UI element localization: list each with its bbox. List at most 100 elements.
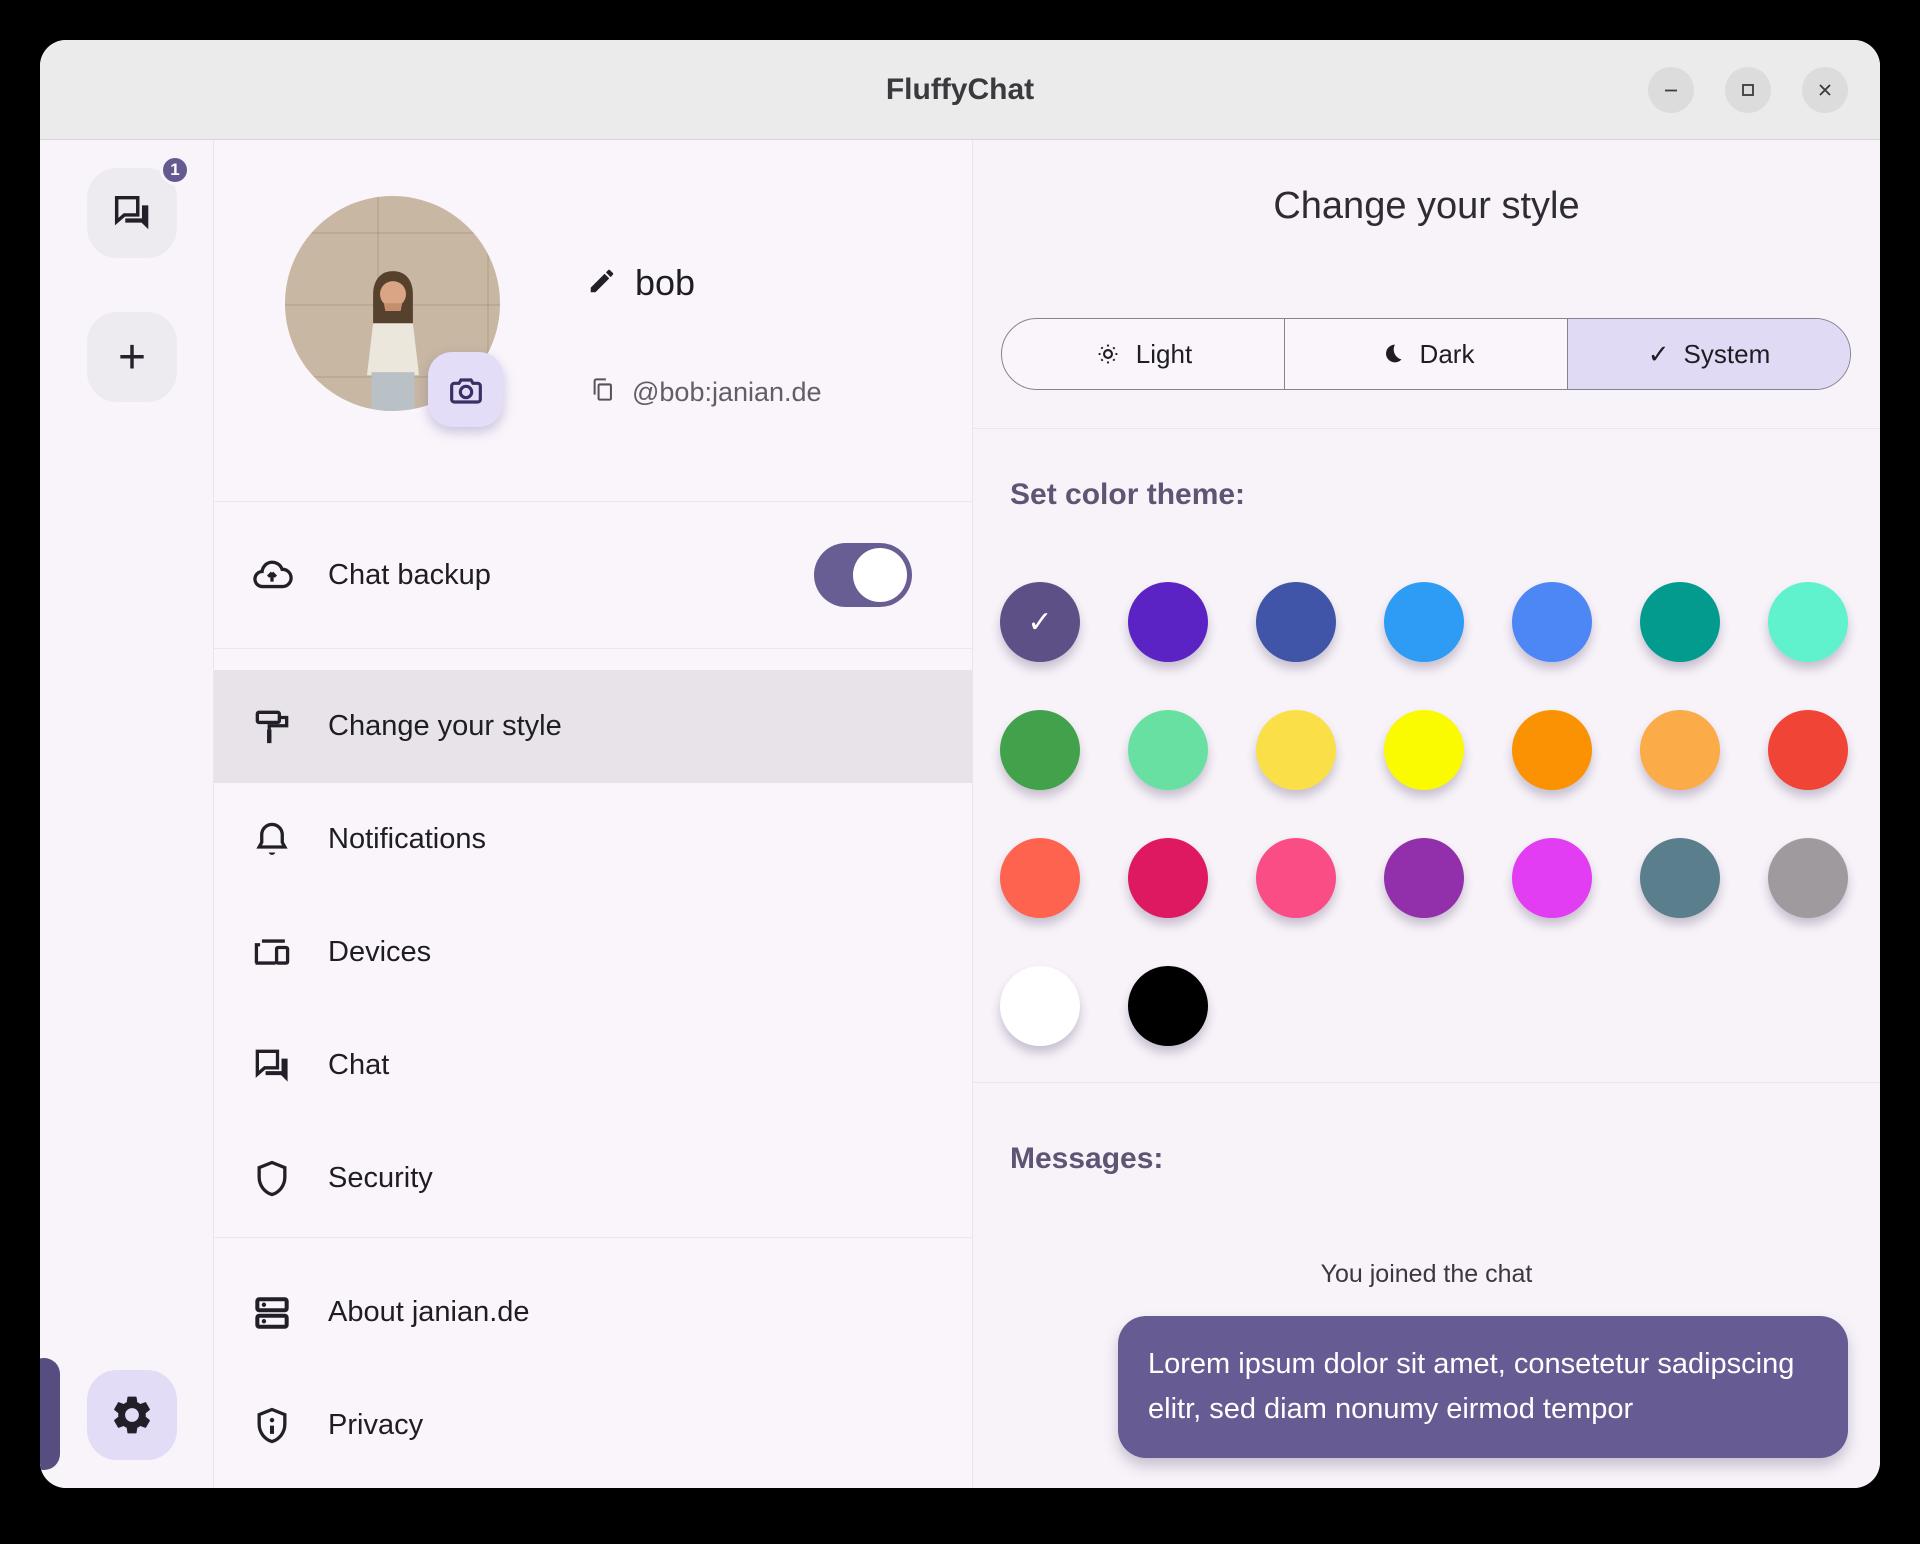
- matrix-id: @bob:janian.de: [632, 377, 822, 408]
- maximize-icon: [1736, 78, 1760, 102]
- theme-light-segment[interactable]: Light: [1002, 319, 1284, 389]
- settings-item-privacy[interactable]: Privacy: [214, 1369, 972, 1482]
- chat-bubbles-icon: [250, 1044, 294, 1088]
- fluffychat-window: FluffyChat 1 +: [40, 40, 1880, 1488]
- color-swatch[interactable]: [1640, 838, 1720, 918]
- color-theme-heading: Set color theme:: [1010, 478, 1245, 512]
- display-name: bob: [635, 262, 695, 304]
- moon-icon: [1378, 340, 1406, 368]
- color-swatch[interactable]: [1512, 710, 1592, 790]
- copy-icon: [589, 376, 616, 408]
- settings-sidebar: bob @bob:janian.de Chat backup: [214, 140, 973, 1488]
- color-swatch[interactable]: [1256, 838, 1336, 918]
- color-swatch[interactable]: [1768, 838, 1848, 918]
- color-swatch[interactable]: [1640, 582, 1720, 662]
- color-swatch[interactable]: [1128, 710, 1208, 790]
- color-swatch[interactable]: [1384, 710, 1464, 790]
- settings-item-notifications[interactable]: Notifications: [214, 783, 972, 896]
- divider: [973, 1082, 1880, 1083]
- settings-item-change-style[interactable]: Change your style: [214, 670, 972, 783]
- toggle-knob: [853, 548, 907, 602]
- chat-bubbles-icon: [109, 190, 155, 236]
- theme-segmented-control: Light Dark ✓ System: [1001, 318, 1851, 390]
- color-swatch[interactable]: [1512, 838, 1592, 918]
- server-icon: [250, 1291, 294, 1335]
- color-swatch[interactable]: [1128, 838, 1208, 918]
- minimize-icon: [1659, 78, 1683, 102]
- check-icon: ✓: [1648, 339, 1670, 370]
- close-button[interactable]: [1802, 67, 1848, 113]
- settings-item-devices[interactable]: Devices: [214, 896, 972, 1009]
- settings-item-label: Notifications: [328, 823, 486, 856]
- divider: [973, 428, 1880, 429]
- messages-heading: Messages:: [1010, 1142, 1163, 1176]
- theme-system-segment[interactable]: ✓ System: [1567, 319, 1850, 389]
- shield-info-icon: [250, 1404, 294, 1448]
- color-swatch[interactable]: [1256, 582, 1336, 662]
- new-chat-button[interactable]: +: [87, 312, 177, 402]
- color-swatch[interactable]: [1384, 838, 1464, 918]
- chat-backup-label: Chat backup: [328, 559, 491, 592]
- change-avatar-button[interactable]: [428, 352, 503, 427]
- color-swatch[interactable]: ✓: [1000, 582, 1080, 662]
- active-nav-indicator: [40, 1358, 60, 1470]
- window-title: FluffyChat: [886, 73, 1034, 107]
- settings-item-label: About janian.de: [328, 1296, 530, 1329]
- color-grid: ✓: [976, 558, 1876, 1070]
- close-icon: [1813, 78, 1837, 102]
- nav-rail: 1 +: [40, 140, 214, 1488]
- segment-label: Light: [1136, 339, 1192, 370]
- gear-icon: [109, 1392, 155, 1438]
- segment-label: Dark: [1420, 339, 1475, 370]
- color-swatch[interactable]: [1384, 582, 1464, 662]
- settings-item-label: Chat: [328, 1049, 389, 1082]
- message-bubble: Lorem ipsum dolor sit amet, consetetur s…: [1118, 1316, 1848, 1458]
- chat-backup-row[interactable]: Chat backup: [214, 502, 972, 648]
- selected-check-icon: ✓: [1000, 582, 1080, 662]
- segment-label: System: [1684, 339, 1771, 370]
- shield-icon: [250, 1157, 294, 1201]
- divider: [214, 648, 972, 649]
- camera-icon: [446, 370, 486, 410]
- maximize-button[interactable]: [1725, 67, 1771, 113]
- color-swatch[interactable]: [1640, 710, 1720, 790]
- chat-backup-toggle[interactable]: [814, 543, 912, 607]
- paint-roller-icon: [250, 705, 294, 749]
- window-controls: [1648, 40, 1848, 139]
- settings-item-label: Privacy: [328, 1409, 423, 1442]
- devices-icon: [250, 931, 294, 975]
- color-swatch[interactable]: [1000, 710, 1080, 790]
- settings-item-security[interactable]: Security: [214, 1122, 972, 1235]
- color-swatch[interactable]: [1000, 838, 1080, 918]
- matrix-id-row[interactable]: @bob:janian.de: [589, 376, 822, 408]
- color-swatch[interactable]: [1128, 582, 1208, 662]
- chats-button[interactable]: 1: [87, 168, 177, 258]
- color-swatch[interactable]: [1768, 582, 1848, 662]
- minimize-button[interactable]: [1648, 67, 1694, 113]
- titlebar: FluffyChat: [40, 40, 1880, 140]
- sun-icon: [1094, 340, 1122, 368]
- color-swatch[interactable]: [1512, 582, 1592, 662]
- plus-icon: +: [118, 330, 146, 385]
- settings-item-about[interactable]: About janian.de: [214, 1256, 972, 1369]
- theme-dark-segment[interactable]: Dark: [1284, 319, 1567, 389]
- color-swatch[interactable]: [1128, 966, 1208, 1046]
- settings-item-label: Change your style: [328, 710, 562, 743]
- bell-icon: [250, 818, 294, 862]
- joined-status-text: You joined the chat: [973, 1260, 1880, 1289]
- settings-button[interactable]: [87, 1370, 177, 1460]
- cloud-upload-icon: [250, 553, 294, 597]
- settings-item-label: Security: [328, 1162, 433, 1195]
- color-swatch[interactable]: [1256, 710, 1336, 790]
- display-name-row[interactable]: bob: [587, 262, 695, 304]
- settings-item-label: Devices: [328, 936, 431, 969]
- unread-badge: 1: [160, 155, 190, 185]
- color-swatch[interactable]: [1000, 966, 1080, 1046]
- pencil-icon: [587, 266, 617, 301]
- divider: [214, 1237, 972, 1238]
- avatar-person-art: [347, 262, 439, 411]
- settings-item-chat[interactable]: Chat: [214, 1009, 972, 1122]
- color-swatch[interactable]: [1768, 710, 1848, 790]
- style-panel: Change your style Light Dark ✓ System: [973, 140, 1880, 1488]
- page-title: Change your style: [973, 185, 1880, 228]
